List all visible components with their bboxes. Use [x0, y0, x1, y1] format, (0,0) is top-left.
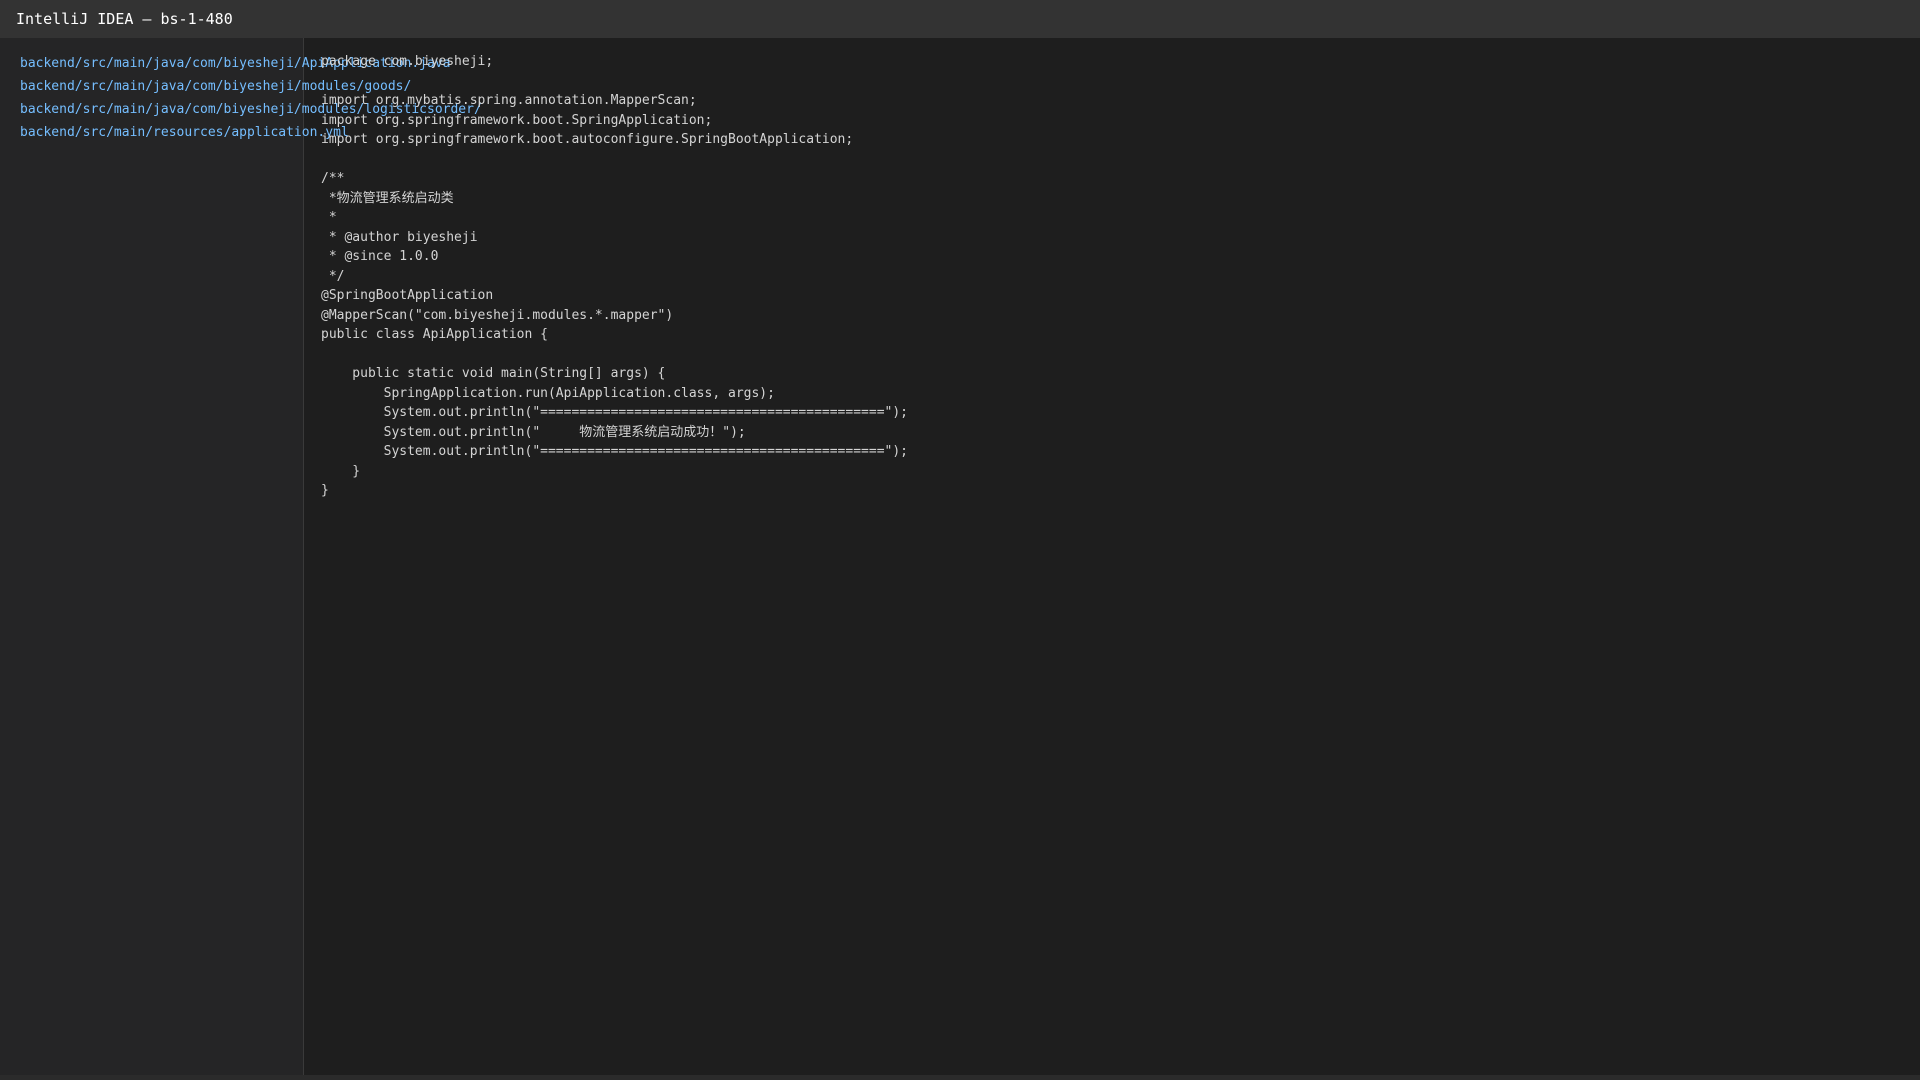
- window-title: IntelliJ IDEA — bs-1-480: [16, 10, 233, 28]
- code-line: }: [321, 483, 329, 498]
- code-line: }: [321, 463, 361, 479]
- window-title-bar: IntelliJ IDEA — bs-1-480: [0, 0, 1920, 38]
- main-area: backend/src/main/java/com/biyesheji/ApiA…: [0, 38, 1920, 1075]
- project-sidebar: backend/src/main/java/com/biyesheji/ApiA…: [0, 38, 482, 1075]
- code-line: * @since 1.0.0: [321, 249, 439, 264]
- code-line: package com.biyesheji;: [321, 54, 494, 69]
- code-line: SpringApplication.run(ApiApplication.cla…: [321, 385, 775, 401]
- code-line: *物流管理系统启动类: [321, 190, 454, 206]
- code-line: @SpringBootApplication: [321, 288, 494, 303]
- code-line: public static void main(String[] args) {: [321, 366, 666, 381]
- code-line: System.out.println("====================…: [321, 444, 908, 459]
- code-line: @MapperScan("com.biyesheji.modules.*.map…: [321, 307, 674, 323]
- code-line: import org.mybatis.spring.annotation.Map…: [321, 93, 697, 108]
- code-line: public class ApiApplication {: [321, 327, 548, 342]
- code-line: import org.springframework.boot.autoconf…: [321, 132, 854, 147]
- code-line: *: [321, 210, 337, 225]
- code-line: * @author biyesheji: [321, 229, 478, 245]
- bottom-edge: [0, 1075, 1920, 1080]
- code-line: System.out.println("====================…: [321, 405, 908, 420]
- code-line: import org.springframework.boot.SpringAp…: [321, 112, 713, 128]
- code-line: */: [321, 268, 345, 284]
- code-line: /**: [321, 171, 345, 186]
- code-line: System.out.println(" 物流管理系统启动成功！");: [321, 424, 746, 440]
- code-editor[interactable]: package com.biyesheji; import org.mybati…: [321, 52, 1901, 501]
